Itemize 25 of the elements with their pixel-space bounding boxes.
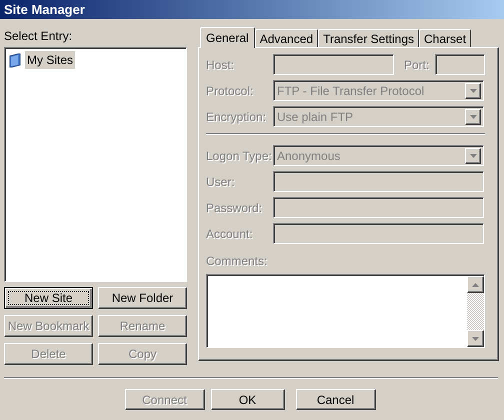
down-arrow-icon [470,114,476,118]
field-label: Host: [206,56,236,74]
field-label: Encryption: [206,108,268,126]
field-label: Password: [206,200,264,216]
field-label: Port: [404,56,430,74]
site-tree[interactable]: My Sites [4,47,187,282]
tree-action-button[interactable]: New Folder [98,287,187,309]
field-label: Protocol: [206,82,254,100]
field-label: User: [206,174,236,190]
tab[interactable]: Charset [419,29,472,47]
field-label: Account: [206,226,254,242]
window-title: Site Manager [0,0,504,19]
tab[interactable]: Advanced [254,29,318,47]
down-arrow-icon [470,88,476,92]
select-entry-label: Select Entry: [4,28,72,45]
tab[interactable]: General [200,27,255,48]
dialog-button[interactable]: Cancel [296,389,376,410]
tab[interactable]: Transfer Settings [318,29,420,47]
field-label: Logon Type: [206,148,273,164]
down-arrow-icon [470,154,476,158]
folder-icon [9,52,21,68]
tree-action-button[interactable]: New Site [4,287,93,309]
dialog-button[interactable]: OK [210,389,284,410]
comments-label: Comments: [206,253,268,270]
tree-item[interactable]: My Sites [25,51,76,69]
